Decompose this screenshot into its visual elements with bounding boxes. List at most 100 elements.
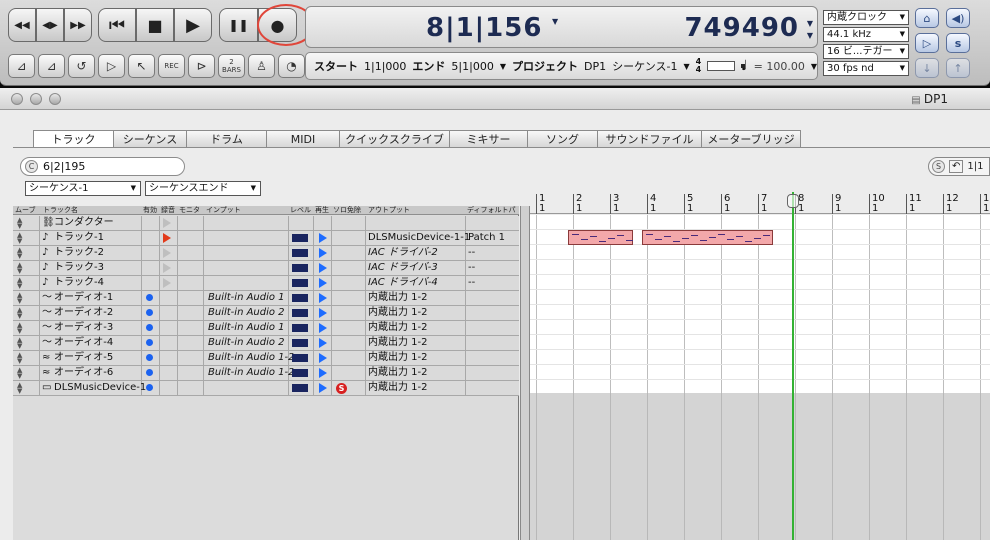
col-output[interactable]: アウトプット xyxy=(368,206,410,215)
punch-down-button[interactable]: ↓ xyxy=(915,58,939,78)
track-input[interactable]: Built-in Audio 1-2 xyxy=(208,366,295,380)
sequence-popup[interactable]: シーケンス-1 xyxy=(25,181,141,196)
track-output[interactable]: DLSMusicDevice-1-1 xyxy=(368,231,470,245)
tab-3[interactable]: MIDI xyxy=(266,130,339,148)
track-row[interactable]: ▲ ▼ ▭ DLSMusicDevice-1 S 内蔵出力 1-2 xyxy=(13,381,519,396)
track-name[interactable]: トラック-3 xyxy=(54,261,104,275)
playhead[interactable] xyxy=(792,192,794,540)
move-handle-icon[interactable]: ▲ ▼ xyxy=(17,292,22,305)
tab-0[interactable]: トラック xyxy=(33,130,113,148)
playhead-handle[interactable] xyxy=(787,194,799,208)
ruler-bar-6[interactable]: 61 xyxy=(721,194,730,214)
tab-2[interactable]: ドラム xyxy=(186,130,266,148)
track-default[interactable]: -- xyxy=(468,261,475,275)
col-move[interactable]: ムーブ xyxy=(15,206,36,215)
move-handle-icon[interactable]: ▲ ▼ xyxy=(17,277,22,290)
move-handle-icon[interactable]: ▲ ▼ xyxy=(17,232,22,245)
position-value[interactable]: 6|2|195 xyxy=(43,160,85,173)
move-handle-icon[interactable]: ▲ ▼ xyxy=(17,307,22,320)
clock-tool-button[interactable]: ◔ xyxy=(278,54,305,78)
tab-6[interactable]: ソング xyxy=(527,130,597,148)
bar-counter-dropdown-icon[interactable]: ▼ xyxy=(552,17,558,26)
clock-select[interactable]: 内蔵クロック xyxy=(823,10,909,25)
end-popup[interactable]: シーケンスエンド xyxy=(145,181,261,196)
ruler-bar-9[interactable]: 91 xyxy=(832,194,841,214)
metronome-button[interactable]: ⌂ xyxy=(915,8,939,28)
enable-dot[interactable] xyxy=(146,384,153,391)
tab-5[interactable]: ミキサー xyxy=(449,130,527,148)
record-flag-icon[interactable] xyxy=(163,218,171,228)
tempo-slider-knob[interactable] xyxy=(741,64,746,68)
record-flag-icon[interactable] xyxy=(163,278,171,288)
play-button[interactable]: ▶ xyxy=(174,8,212,42)
chevron-down-icon[interactable]: ▼ xyxy=(684,62,690,71)
play-enable-icon[interactable] xyxy=(319,278,327,288)
track-output[interactable]: 内蔵出力 1-2 xyxy=(368,351,428,365)
track-default[interactable]: -- xyxy=(468,276,475,290)
track-name[interactable]: DLSMusicDevice-1 xyxy=(54,381,146,395)
track-row[interactable]: ▲ ▼ 〜オーディオ-4 Built-in Audio 2 内蔵出力 1-2 xyxy=(13,336,519,351)
play-enable-icon[interactable] xyxy=(319,293,327,303)
track-name[interactable]: オーディオ-3 xyxy=(54,321,113,335)
track-row[interactable]: ▲ ▼ ♪ トラック-3 IAC ドライバ-3 -- xyxy=(13,261,519,276)
track-output[interactable]: 内蔵出力 1-2 xyxy=(368,306,428,320)
enable-dot[interactable] xyxy=(146,369,153,376)
track-name[interactable]: コンダクター xyxy=(54,216,114,230)
track-default[interactable]: -- xyxy=(468,246,475,260)
cursor-tool-button[interactable]: ↖ xyxy=(128,54,155,78)
track-output[interactable]: 内蔵出力 1-2 xyxy=(368,381,428,395)
track-output[interactable]: IAC ドライバ-3 xyxy=(368,261,438,275)
solo-exempt-icon[interactable]: S xyxy=(336,383,347,394)
move-handle-icon[interactable]: ▲ ▼ xyxy=(17,247,22,260)
play-enable-icon[interactable] xyxy=(319,383,327,393)
position-field[interactable]: C 6|2|195 xyxy=(20,157,185,176)
move-handle-icon[interactable]: ▲ ▼ xyxy=(17,337,22,350)
track-input[interactable]: Built-in Audio 1-2 xyxy=(208,351,295,365)
rewind-fast-button[interactable]: ◀◀ xyxy=(8,8,36,42)
sample-counter-dropdown-icon[interactable]: ▼ xyxy=(807,19,813,28)
sample-counter[interactable]: 749490 xyxy=(684,13,799,43)
track-input[interactable]: Built-in Audio 1 xyxy=(208,321,285,335)
loop-tool-button[interactable]: ↺ xyxy=(68,54,95,78)
track-row[interactable]: ▲ ▼ ♪ トラック-4 IAC ドライバ-4 -- xyxy=(13,276,519,291)
record-flag-icon[interactable] xyxy=(163,248,171,258)
ruler-bar-12[interactable]: 12 1 xyxy=(943,194,959,214)
ruler-bar-2[interactable]: 21 xyxy=(573,194,582,214)
tab-7[interactable]: サウンドファイル xyxy=(597,130,701,148)
pause-button[interactable]: ❚❚ xyxy=(219,8,258,42)
sample-counter-dropdown-icon-2[interactable]: ▼ xyxy=(807,31,813,40)
track-input[interactable]: Built-in Audio 2 xyxy=(208,306,285,320)
play-enable-icon[interactable] xyxy=(319,263,327,273)
enable-dot[interactable] xyxy=(146,324,153,331)
tempo-slider[interactable] xyxy=(707,61,746,71)
track-name[interactable]: オーディオ-1 xyxy=(54,291,113,305)
ruler-bar-1[interactable]: 11 xyxy=(536,194,545,214)
play-enable-icon[interactable] xyxy=(319,368,327,378)
track-output[interactable]: IAC ドライバ-2 xyxy=(368,246,438,260)
record-flag-icon[interactable] xyxy=(163,263,171,273)
col-solo[interactable]: ソロ免除 xyxy=(333,206,361,215)
tempo-value[interactable]: = 100.00 xyxy=(754,60,805,73)
sync-button[interactable]: s xyxy=(946,33,970,53)
move-handle-icon[interactable]: ▲ ▼ xyxy=(17,367,22,380)
track-row[interactable]: ▲ ▼ ⛓ コンダクター xyxy=(13,216,519,231)
track-name[interactable]: オーディオ-2 xyxy=(54,306,113,320)
track-input[interactable]: Built-in Audio 2 xyxy=(208,336,285,350)
track-name[interactable]: トラック-1 xyxy=(54,231,104,245)
rate-select[interactable]: 44.1 kHz xyxy=(823,27,909,42)
ruler-bar-4[interactable]: 41 xyxy=(647,194,656,214)
col-level[interactable]: レベル xyxy=(290,206,311,215)
track-name[interactable]: オーディオ-4 xyxy=(54,336,113,350)
col-default[interactable]: ディフォルトパ xyxy=(467,206,516,215)
col-play[interactable]: 再生 xyxy=(315,206,329,215)
track-name[interactable]: オーディオ-5 xyxy=(54,351,113,365)
midi-tool-button[interactable]: ⊿ xyxy=(38,54,65,78)
move-handle-icon[interactable]: ▲ ▼ xyxy=(17,217,22,230)
track-input[interactable]: Built-in Audio 1 xyxy=(208,291,285,305)
stamp-tool-button[interactable]: ♙ xyxy=(248,54,275,78)
track-row[interactable]: ▲ ▼ ♪ トラック-1 DLSMusicDevice-1-1 Patch 1 xyxy=(13,231,519,246)
punch-up-button[interactable]: ↑ xyxy=(946,58,970,78)
pane-splitter[interactable] xyxy=(520,206,530,540)
track-row[interactable]: ▲ ▼ ≈ オーディオ-5 Built-in Audio 1-2 内蔵出力 1-2 xyxy=(13,351,519,366)
record-flag-icon[interactable] xyxy=(163,233,171,243)
